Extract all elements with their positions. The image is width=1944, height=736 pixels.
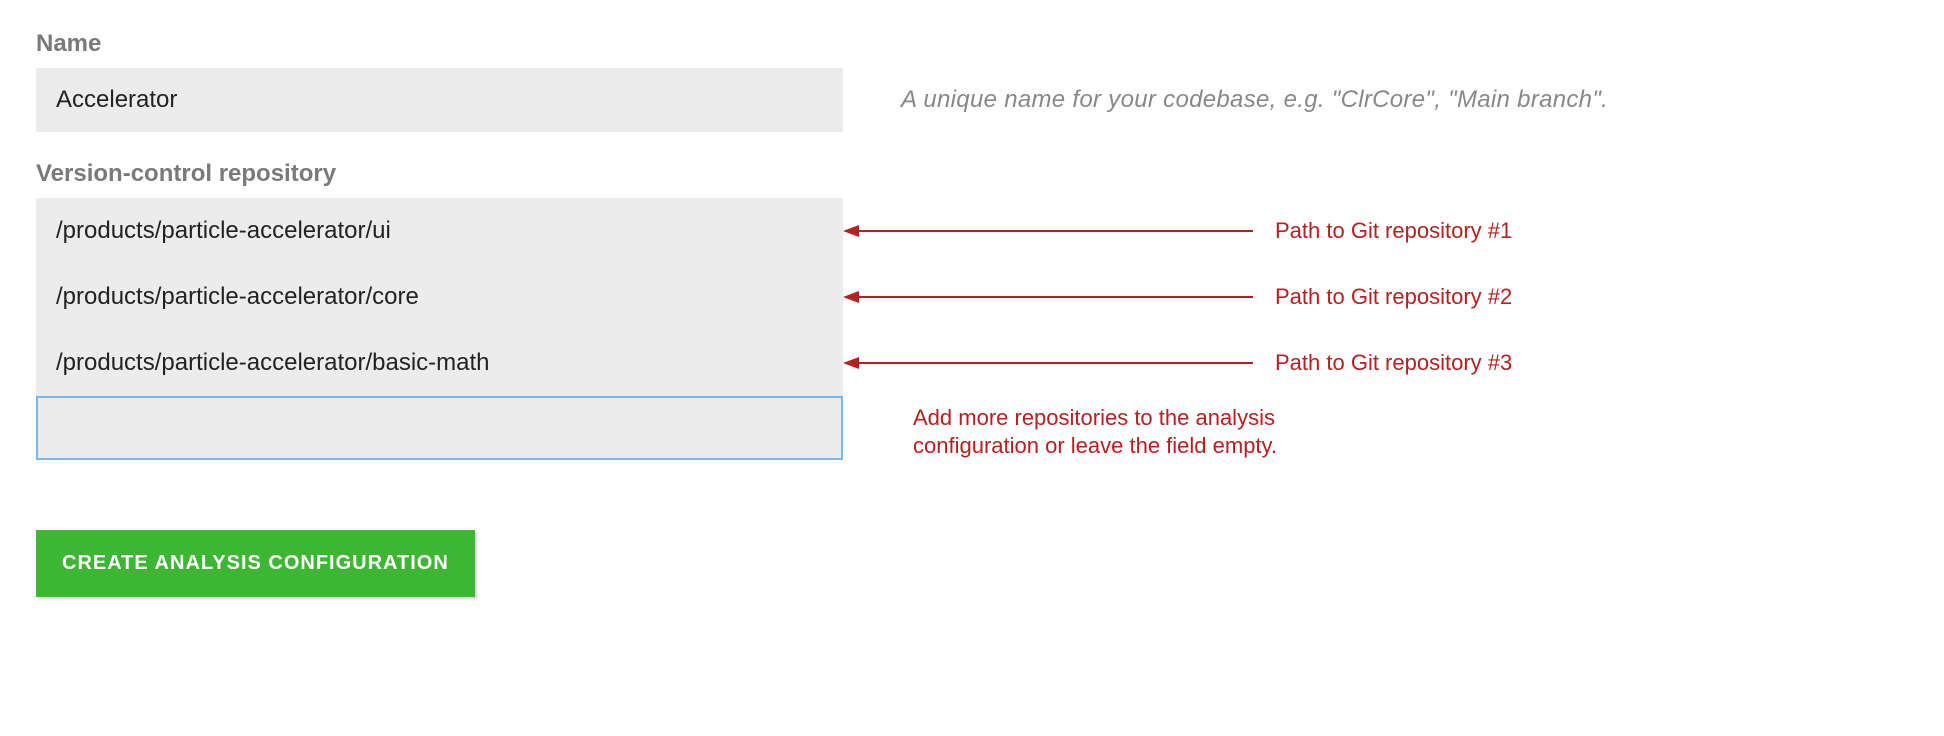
repo-input-blank[interactable] xyxy=(36,396,843,460)
repo-annotation-stack: Path to Git repository #1 Path to Git re… xyxy=(843,198,1908,396)
repo-field-group: Version-control repository Path to Git r… xyxy=(36,160,1908,460)
repo-input-2[interactable] xyxy=(36,264,843,330)
arrow-left-icon xyxy=(843,221,1263,241)
repo-annotation-2: Path to Git repository #2 xyxy=(1275,283,1512,311)
name-input[interactable] xyxy=(36,68,843,132)
name-label: Name xyxy=(36,30,1908,58)
repo-annotation-1: Path to Git repository #1 xyxy=(1275,217,1512,245)
repo-annotation-blank: Add more repositories to the analysis co… xyxy=(913,404,1343,460)
repo-label: Version-control repository xyxy=(36,160,1908,188)
arrow-left-icon xyxy=(843,287,1263,307)
repo-input-stack xyxy=(36,198,843,396)
name-field-group: Name A unique name for your codebase, e.… xyxy=(36,30,1908,132)
repo-input-3[interactable] xyxy=(36,330,843,396)
repo-annotation-3: Path to Git repository #3 xyxy=(1275,349,1512,377)
create-analysis-configuration-button[interactable]: CREATE ANALYSIS CONFIGURATION xyxy=(36,530,475,597)
repo-input-1[interactable] xyxy=(36,198,843,264)
arrow-left-icon xyxy=(843,353,1263,373)
name-hint: A unique name for your codebase, e.g. "C… xyxy=(901,86,1608,114)
